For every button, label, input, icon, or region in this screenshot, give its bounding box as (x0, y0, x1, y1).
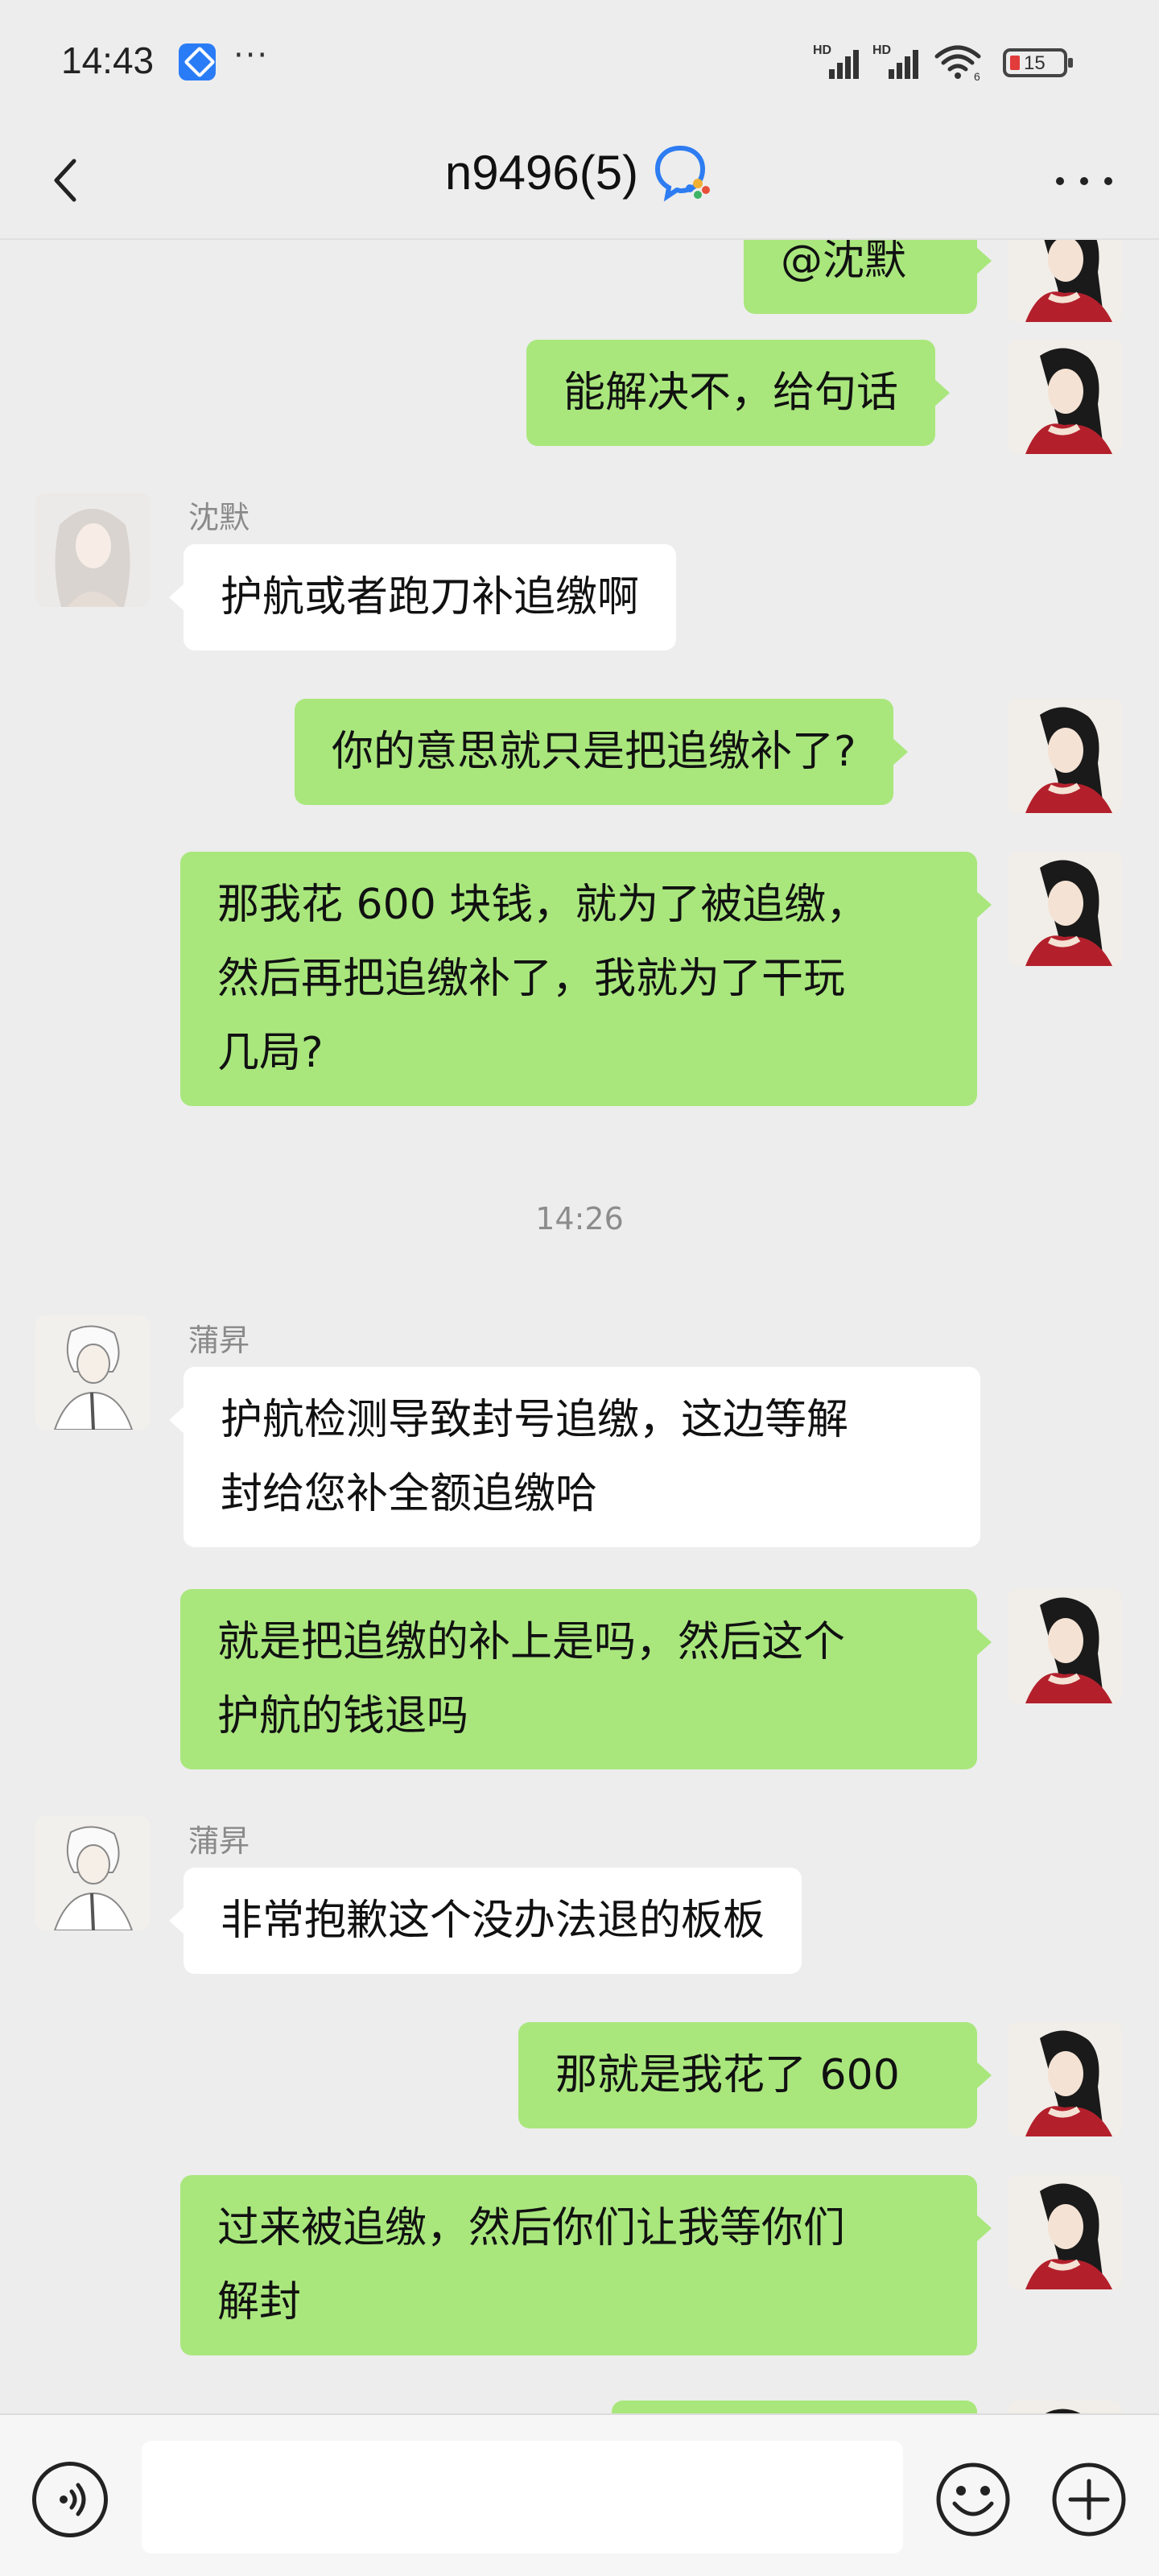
wifi-icon: 6 (934, 45, 981, 80)
message-line: 护航的钱退吗 (217, 1692, 469, 1740)
signal-1-label: HD (813, 43, 832, 57)
message-line: 几局? (217, 1029, 324, 1077)
message-bubble-outgoing[interactable]: 那就是我花了 600 (518, 2022, 992, 2128)
app-notification-icon (179, 43, 216, 80)
status-indicators: HD HD 6 15 (813, 42, 1087, 82)
message-line: 封给您补全额追缴哈 (221, 1470, 598, 1518)
emoji-icon[interactable] (934, 2460, 1013, 2539)
more-horizontal-icon[interactable] (1054, 164, 1114, 196)
message-bubble-incoming[interactable]: 非常抱歉这个没办法退的板板 (168, 1868, 802, 1974)
message-line: 护航检测导致封号追缴，这边等解 (221, 1396, 849, 1444)
time-divider: 14:26 (535, 1201, 624, 1236)
message-line: 那我花 600 块钱，就为了被追缴， (217, 881, 868, 929)
my-avatar[interactable] (1008, 1589, 1122, 1703)
voice-waves-icon (60, 2483, 86, 2516)
message-line: 就是把追缴的补上是吗，然后这个 (217, 1618, 846, 1666)
message-bubble-outgoing[interactable] (612, 2401, 977, 2413)
status-time: 14:43 (61, 39, 155, 81)
message-line: 过来被追缴，然后你们让我等你们 (217, 2204, 846, 2252)
signal-2-label: HD (872, 43, 892, 57)
enterprise-chat-icon (655, 145, 711, 202)
my-avatar[interactable] (1008, 699, 1122, 813)
my-avatar[interactable] (1008, 240, 1122, 322)
message-list[interactable]: @沈默 能解决不，给句话 沈默 护航或者跑刀补追缴啊 你的意思就只是把追缴补了?… (0, 240, 1159, 2413)
my-avatar[interactable] (1008, 2022, 1122, 2136)
message-bubble-incoming[interactable]: 护航或者跑刀补追缴啊 (168, 544, 677, 650)
sender-name: 蒲昇 (188, 1323, 250, 1358)
chat-header: n9496(5) (0, 121, 1159, 240)
voice-icon[interactable] (32, 2462, 108, 2537)
sender-avatar-puli[interactable] (35, 1315, 150, 1430)
sender-avatar-shenmo[interactable] (35, 493, 150, 607)
message-bubble-outgoing[interactable]: 就是把追缴的补上是吗，然后这个 护航的钱退吗 (180, 1589, 992, 1769)
message-bubble-outgoing[interactable]: 那我花 600 块钱，就为了被追缴， 然后再把追缴补了，我就为了干玩 几局? (180, 852, 992, 1106)
my-avatar[interactable] (1008, 2175, 1122, 2289)
message-line: 解封 (217, 2278, 302, 2326)
message-bubble-incoming[interactable]: 护航检测导致封号追缴，这边等解 封给您补全额追缴哈 (169, 1367, 980, 1547)
message-bubble-outgoing[interactable]: 过来被追缴，然后你们让我等你们 解封 (180, 2175, 992, 2355)
signal-icon: HD (813, 43, 859, 79)
message-line: 然后再把追缴补了，我就为了干玩 (217, 955, 846, 1003)
battery-level: 15 (1024, 52, 1046, 74)
sender-name: 沈默 (188, 500, 250, 535)
message-input[interactable] (142, 2441, 903, 2553)
battery-icon: 15 (1003, 48, 1073, 77)
status-more-dots: ··· (233, 37, 270, 74)
message-bubble-outgoing[interactable]: @沈默 (744, 240, 992, 314)
message-bubble-outgoing[interactable]: 能解决不，给句话 (526, 340, 951, 446)
sender-name: 蒲昇 (188, 1823, 250, 1859)
chat-title-container: n9496(5) (0, 142, 1159, 203)
message-bubble-outgoing[interactable]: 你的意思就只是把追缴补了? (295, 699, 908, 805)
input-bar (0, 2413, 1159, 2576)
plus-icon[interactable] (1050, 2460, 1128, 2539)
my-avatar[interactable] (1008, 852, 1122, 966)
my-avatar[interactable] (1008, 340, 1122, 454)
chat-title: n9496(5) (444, 145, 639, 200)
sender-avatar-puli[interactable] (35, 1816, 150, 1930)
signal-icon: HD (872, 43, 918, 79)
status-bar: 14:43 ··· HD HD 6 15 (0, 0, 1159, 121)
wifi-sub-label: 6 (974, 70, 980, 80)
my-avatar[interactable] (1008, 2401, 1122, 2413)
